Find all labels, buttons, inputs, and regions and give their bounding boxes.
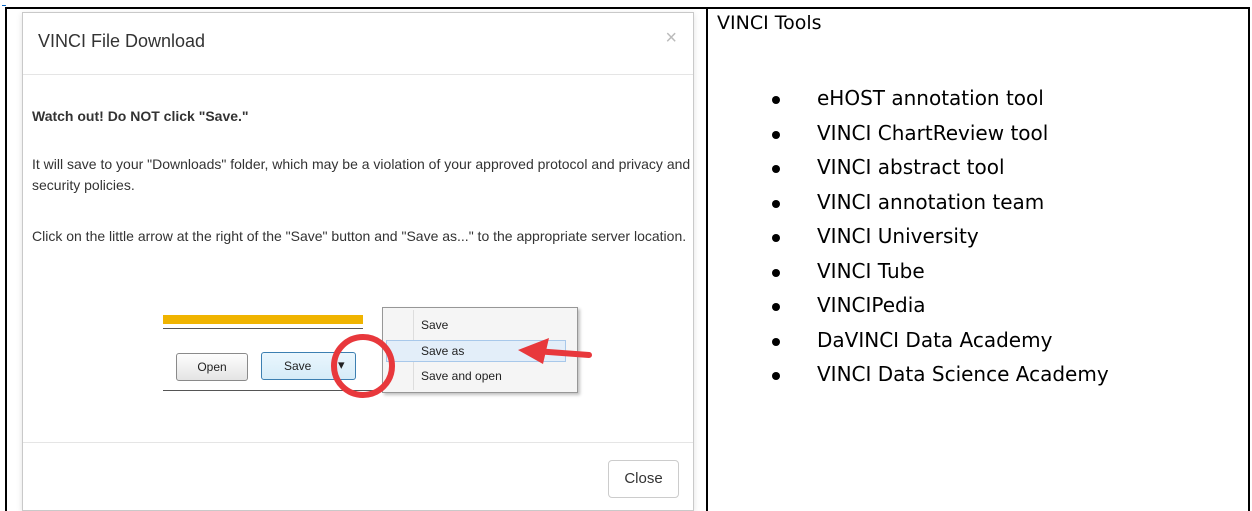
dialog-title: VINCI File Download <box>38 31 206 51</box>
footer-divider <box>23 442 693 443</box>
highlight-circle <box>331 334 395 398</box>
bullet-icon <box>772 165 780 173</box>
warning-paragraph: It will save to your "Downloads" folder,… <box>32 156 691 193</box>
instruction-paragraph: Click on the little arrow at the right o… <box>32 228 687 244</box>
bullet-icon <box>772 268 780 277</box>
bullet-icon <box>772 372 780 380</box>
bullet-icon <box>772 199 780 208</box>
bullet-icon <box>772 234 780 242</box>
warning-text: Watch out! Do NOT click "Save." <box>32 108 249 124</box>
partial-link-text <box>2 0 6 7</box>
save-as-screenshot: Open Save ▾ Save Save as Save and open <box>163 293 593 403</box>
tools-title: VINCI Tools <box>717 12 822 34</box>
arrow-head <box>518 338 549 364</box>
close-icon[interactable]: × <box>665 27 677 50</box>
bullet-icon <box>772 130 780 139</box>
bullet-icon <box>772 96 780 104</box>
annotation-overlay <box>331 334 592 398</box>
column-divider <box>706 7 708 511</box>
bullet-icon <box>772 303 780 311</box>
bullet-icon <box>772 337 780 346</box>
close-button[interactable]: Close <box>608 460 679 498</box>
file-download-dialog: VINCI File Download × Watch out! Do NOT … <box>22 12 694 511</box>
header-divider <box>23 74 693 75</box>
